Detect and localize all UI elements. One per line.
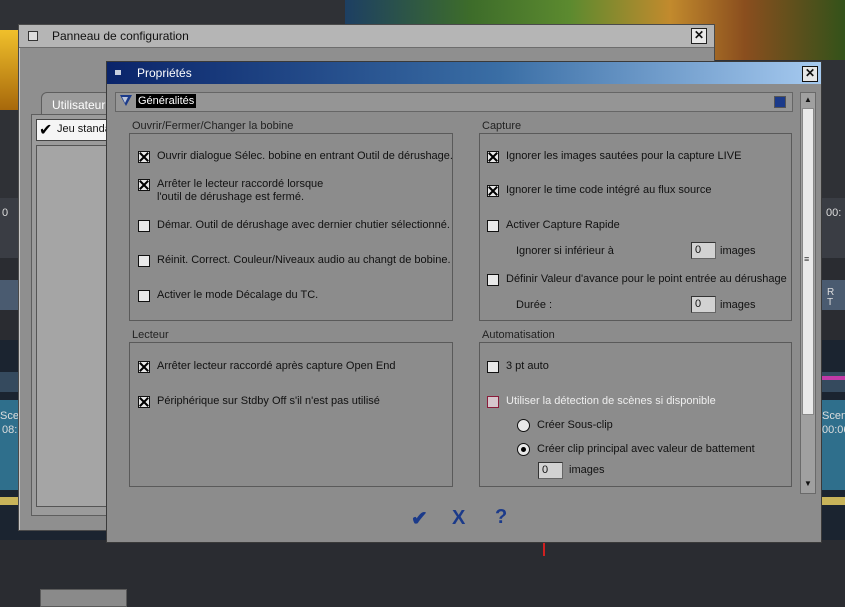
radio-label: Créer clip principal avec valeur de batt…	[537, 443, 755, 455]
properties-dialog: Propriétés ✕ Généralités ▲ ≡ ▼ Ouvrir/Fe…	[106, 61, 822, 543]
scroll-up-arrow-icon[interactable]: ▲	[804, 95, 812, 104]
background-right-time: 00:	[826, 207, 842, 219]
checkbox[interactable]	[487, 185, 499, 197]
checkbox[interactable]	[138, 290, 150, 302]
checkbox-row[interactable]: Utiliser la détection de scènes si dispo…	[487, 395, 716, 408]
timeline-marker	[818, 376, 845, 380]
section-title: Généralités	[136, 94, 197, 108]
checkbox-row[interactable]: 3 pt auto	[487, 360, 549, 373]
checkbox[interactable]	[487, 274, 499, 286]
checkbox[interactable]	[138, 255, 150, 267]
checkbox-label: Ignorer les images sautées pour la captu…	[506, 150, 742, 162]
group-title-lecteur: Lecteur	[132, 329, 169, 341]
checkbox-label: Définir Valeur d'avance pour le point en…	[506, 273, 787, 285]
checkbox-row[interactable]: Réinit. Correct. Couleur/Niveaux audio a…	[138, 254, 451, 267]
config-bottom-field	[40, 589, 127, 607]
help-button[interactable]: ?	[495, 506, 507, 529]
properties-titlebar[interactable]: Propriétés ✕	[107, 62, 821, 84]
triangle-highlight	[122, 97, 128, 103]
checkbox-label: Périphérique sur Stdby Off s'il n'est pa…	[157, 395, 380, 407]
checkbox-label: Activer le mode Décalage du TC.	[157, 289, 319, 301]
ignore-threshold-label: Ignorer si inférieur à	[516, 245, 614, 257]
background-left-time: 0	[2, 207, 9, 219]
radio-row-sousclip[interactable]: Créer Sous-clip	[517, 419, 613, 432]
checkbox-label: Utiliser la détection de scènes si dispo…	[506, 395, 716, 407]
checkbox-label: 3 pt auto	[506, 360, 549, 372]
group-title-bobine: Ouvrir/Fermer/Changer la bobine	[132, 120, 294, 132]
checkbox-label: Activer Capture Rapide	[506, 219, 620, 231]
checkbox-label: Arrêter lecteur raccordé après capture O…	[157, 360, 396, 372]
checkbox-label: Réinit. Correct. Couleur/Niveaux audio a…	[157, 254, 451, 266]
radio-label: Créer Sous-clip	[537, 419, 613, 431]
checkbox[interactable]	[487, 396, 499, 408]
section-toggle-icon[interactable]	[774, 96, 786, 108]
checkbox-label: Démar. Outil de dérushage avec dernier c…	[157, 219, 450, 231]
checkbox-label: Arrêter le lecteur raccordé lorsque l'ou…	[157, 178, 324, 203]
checkmark-icon: ✔	[39, 122, 53, 139]
checkbox-label: Ignorer le time code intégré au flux sou…	[506, 184, 712, 196]
window-menu-icon[interactable]	[28, 31, 38, 41]
checkbox[interactable]	[487, 220, 499, 232]
group-title-capture: Capture	[482, 120, 522, 132]
timeline-scene-time: 00:06	[822, 424, 845, 436]
vertical-scrollbar[interactable]: ▲ ≡ ▼	[800, 92, 816, 494]
properties-close-button[interactable]: ✕	[802, 66, 818, 82]
checkbox-row[interactable]: Arrêter lecteur raccordé après capture O…	[138, 360, 395, 373]
radio-row-principal[interactable]: Créer clip principal avec valeur de batt…	[517, 443, 755, 456]
duree-field[interactable]: 0	[691, 296, 716, 313]
group-title-automatisation: Automatisation	[482, 329, 555, 341]
scroll-down-arrow-icon[interactable]: ▼	[804, 479, 812, 488]
ok-button[interactable]: ✔	[411, 506, 428, 531]
checkbox-row[interactable]: Périphérique sur Stdby Off s'il n'est pa…	[138, 395, 380, 408]
checkbox[interactable]	[138, 179, 150, 191]
checkbox-row[interactable]: Arrêter le lecteur raccordé lorsque l'ou…	[138, 178, 323, 204]
battement-unit: images	[569, 464, 605, 476]
scroll-grip-icon: ≡	[804, 254, 810, 264]
duree-label: Durée :	[516, 299, 553, 311]
checkbox-row[interactable]: Ignorer les images sautées pour la captu…	[487, 150, 741, 163]
checkbox-row[interactable]: Ignorer le time code intégré au flux sou…	[487, 184, 711, 197]
background-left-icon	[0, 280, 18, 310]
config-titlebar[interactable]: Panneau de configuration ✕	[19, 25, 714, 48]
config-window-title: Panneau de configuration	[52, 29, 189, 43]
checkbox-row[interactable]: Activer Capture Rapide	[487, 219, 620, 232]
checkbox[interactable]	[138, 396, 150, 408]
checkbox-row[interactable]: Démar. Outil de dérushage avec dernier c…	[138, 219, 450, 232]
section-header-generalites[interactable]: Généralités	[115, 92, 793, 112]
timeline-scene-label: Scen	[822, 410, 845, 422]
background-right-icon-text: R T	[827, 287, 835, 308]
checkbox[interactable]	[487, 151, 499, 163]
duree-unit: images	[720, 299, 756, 311]
checkbox[interactable]	[138, 220, 150, 232]
cancel-button[interactable]: X	[452, 507, 465, 530]
checkbox-row[interactable]: Ouvrir dialogue Sélec. bobine en entrant…	[138, 150, 453, 163]
timeline-scene-time: 08:	[2, 424, 18, 436]
battement-field[interactable]: 0	[538, 462, 563, 479]
tab-utilisateur[interactable]: Utilisateur	[41, 92, 111, 115]
checkbox[interactable]	[138, 361, 150, 373]
properties-title: Propriétés	[137, 66, 192, 80]
ignore-threshold-field[interactable]: 0	[691, 242, 716, 259]
checkbox-row[interactable]: Activer le mode Décalage du TC.	[138, 289, 318, 302]
ignore-threshold-unit: images	[720, 245, 756, 257]
checkbox[interactable]	[138, 151, 150, 163]
config-close-button[interactable]: ✕	[691, 28, 707, 44]
checkbox-label: Ouvrir dialogue Sélec. bobine en entrant…	[157, 150, 453, 162]
radio-button[interactable]	[517, 443, 530, 456]
tab-label: Utilisateur	[52, 98, 106, 112]
checkbox-row[interactable]: Définir Valeur d'avance pour le point en…	[487, 273, 787, 286]
checkbox[interactable]	[487, 361, 499, 373]
window-menu-icon[interactable]	[115, 70, 121, 75]
scroll-thumb[interactable]: ≡	[802, 108, 814, 415]
radio-button[interactable]	[517, 419, 530, 432]
